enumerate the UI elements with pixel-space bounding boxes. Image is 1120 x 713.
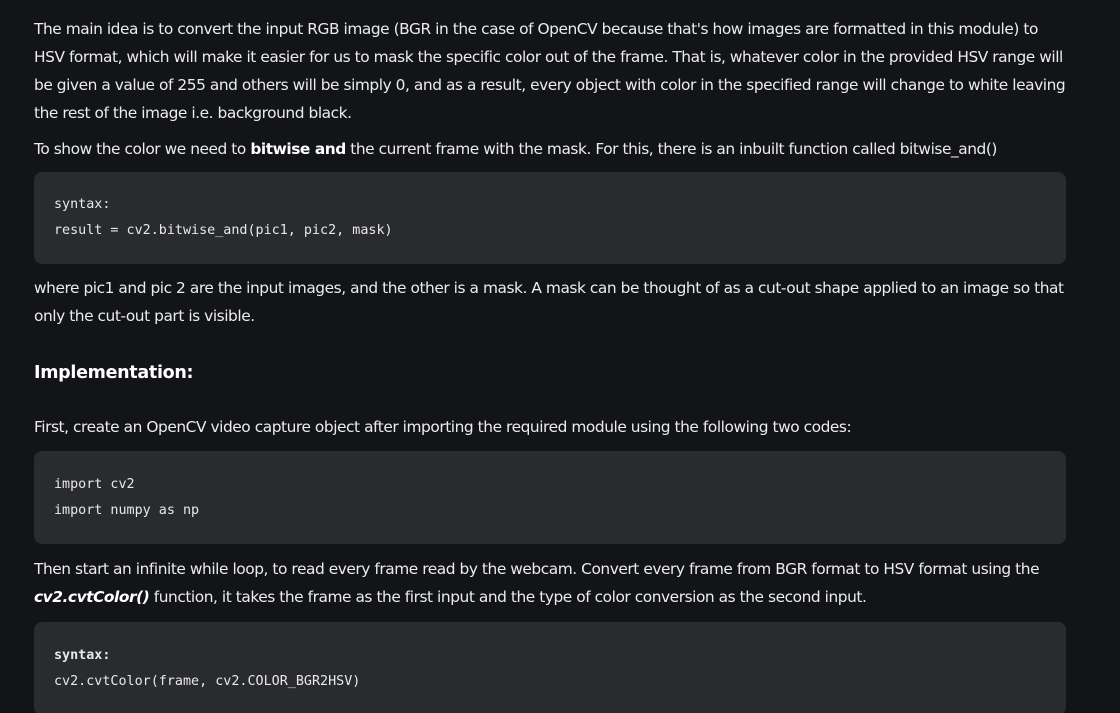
cvtcolor-function-name: cv2.cvtColor() <box>34 588 150 606</box>
bitwise-paragraph: To show the color we need to bitwise and… <box>34 135 1066 163</box>
article-page: The main idea is to convert the input RG… <box>0 0 1120 713</box>
code-line: import numpy as np <box>54 503 200 518</box>
code-block-cvtcolor[interactable]: syntax: cv2.cvtColor(frame, cv2.COLOR_BGR… <box>34 622 1066 713</box>
code-block-bitwise[interactable]: syntax: result = cv2.bitwise_and(pic1, pi… <box>34 172 1066 264</box>
code-line: cv2.cvtColor(frame, cv2.COLOR_BGR2HSV) <box>54 674 361 689</box>
bitwise-text-after: the current frame with the mask. For thi… <box>345 140 997 158</box>
intro-paragraph: The main idea is to convert the input RG… <box>34 20 1066 122</box>
code-line: syntax: <box>54 197 111 212</box>
loop-paragraph: Then start an infinite while loop, to re… <box>34 555 1066 611</box>
capture-intro-paragraph: First, create an OpenCV video capture ob… <box>34 418 852 436</box>
code-line: result = cv2.bitwise_and(pic1, pic2, mas… <box>54 223 393 238</box>
loop-text-after: function, it takes the frame as the firs… <box>149 588 867 606</box>
mask-explanation-paragraph: where pic1 and pic 2 are the input image… <box>34 279 1064 325</box>
code-line: import cv2 <box>54 477 135 492</box>
implementation-heading: Implementation: <box>34 363 194 383</box>
bitwise-bold-term: bitwise and <box>250 140 346 158</box>
code-block-imports[interactable]: import cv2 import numpy as np <box>34 451 1066 544</box>
code-line: syntax: <box>54 648 111 663</box>
bitwise-text-before: To show the color we need to <box>34 140 251 158</box>
loop-text-before: Then start an infinite while loop, to re… <box>34 560 1040 578</box>
article-content: The main idea is to convert the input RG… <box>34 15 1066 713</box>
